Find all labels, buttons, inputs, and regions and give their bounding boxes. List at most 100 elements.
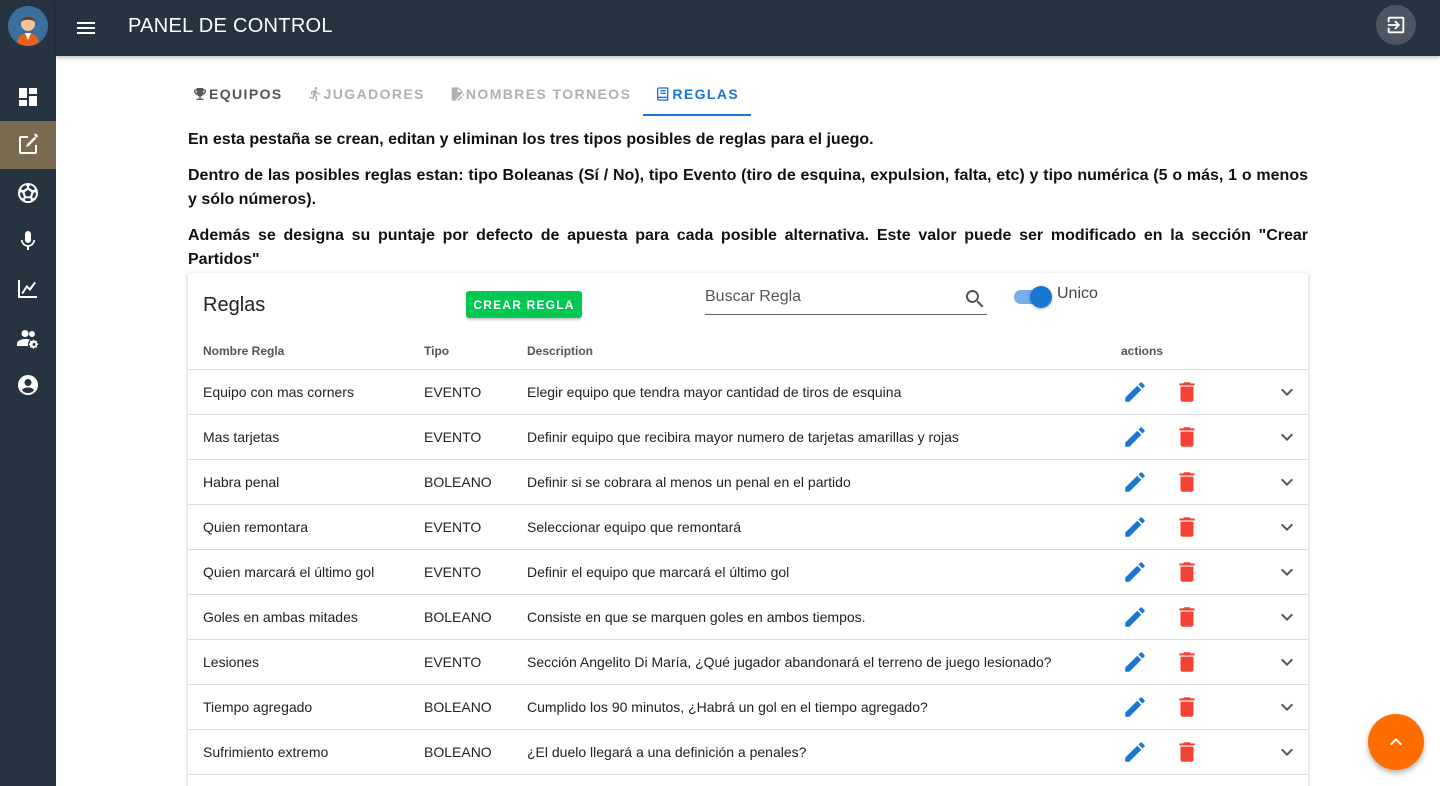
rule-actions-cell [1121, 594, 1301, 640]
rule-actions-cell [1121, 639, 1301, 685]
sidebar-item-account[interactable] [0, 361, 56, 409]
menu-button[interactable] [72, 14, 100, 42]
create-rule-button[interactable]: CREAR REGLA [466, 291, 582, 318]
delete-icon[interactable] [1173, 603, 1201, 631]
spacer-cell [1301, 414, 1308, 460]
edit-icon[interactable] [1121, 603, 1149, 631]
edit-icon[interactable] [1121, 468, 1149, 496]
rule-type-cell: EVENTO [424, 414, 527, 460]
spacer-cell [1301, 459, 1308, 505]
logout-button[interactable] [1376, 5, 1416, 45]
rule-actions-cell [1121, 369, 1301, 415]
table-row[interactable]: Mas tarjetas EVENTO Definir equipo que rec… [188, 414, 1308, 460]
rule-description-cell: Sección Angelito Di María, ¿Qué jugador … [527, 639, 1121, 685]
scroll-top-button[interactable] [1368, 714, 1424, 770]
table-row[interactable]: Quien marcará el último gol EVENTO Definir… [188, 549, 1308, 595]
spacer-cell [1301, 684, 1308, 730]
edit-icon[interactable] [1121, 738, 1149, 766]
rule-type-cell: EVENTO [424, 369, 527, 415]
spacer-cell [1301, 729, 1308, 775]
table-row[interactable]: Quien remontara EVENTO Seleccionar equipo … [188, 504, 1308, 550]
search-input[interactable] [705, 283, 955, 311]
rule-description-cell: Elegir equipo que tendra mayor cantidad … [527, 369, 1121, 415]
soccer-ball-icon [18, 183, 38, 203]
chevron-down-icon[interactable] [1273, 378, 1301, 406]
edit-icon[interactable] [1121, 648, 1149, 676]
table-row[interactable] [188, 774, 1308, 786]
tab-jugadores[interactable]: JUGADORES [295, 72, 437, 116]
chevron-down-icon[interactable] [1273, 603, 1301, 631]
table-row[interactable]: Goles en ambas mitades BOLEANO Consiste en… [188, 594, 1308, 640]
spacer-cell [1301, 774, 1308, 786]
account-circle-icon [18, 375, 38, 395]
toggle-label: Unico [1057, 285, 1098, 302]
chevron-down-icon[interactable] [1273, 783, 1301, 786]
rule-type-cell: BOLEANO [424, 594, 527, 640]
column-header-description[interactable]: Description [527, 333, 1121, 370]
app-title: PANEL DE CONTROL [128, 15, 333, 37]
user-avatar[interactable] [8, 6, 48, 46]
intro-paragraph-2: Dentro de las posibles reglas estan: tip… [188, 167, 1308, 208]
rule-name-cell: Sufrimiento extremo [188, 729, 424, 775]
stats-chart-icon [18, 280, 37, 298]
delete-icon[interactable] [1173, 783, 1201, 786]
table-row[interactable]: Lesiones EVENTO Sección Angelito Di María,… [188, 639, 1308, 685]
rule-actions-cell [1121, 549, 1301, 595]
chevron-down-icon[interactable] [1273, 558, 1301, 586]
sidebar-item-dashboard[interactable] [0, 73, 56, 121]
edit-icon[interactable] [1121, 513, 1149, 541]
chevron-down-icon[interactable] [1273, 513, 1301, 541]
table-row[interactable]: Habra penal BOLEANO Definir si se cobrara … [188, 459, 1308, 505]
delete-icon[interactable] [1173, 468, 1201, 496]
rule-actions-cell [1121, 504, 1301, 550]
sidebar-item-stats[interactable] [0, 265, 56, 313]
delete-icon[interactable] [1173, 648, 1201, 676]
runner-icon [308, 87, 320, 102]
delete-icon[interactable] [1173, 423, 1201, 451]
rule-description-cell [527, 774, 1121, 786]
sidebar-item-users[interactable] [0, 313, 56, 361]
column-header-type[interactable]: Tipo [424, 333, 527, 370]
sidebar-item-matches[interactable] [0, 169, 56, 217]
sidebar-item-rules[interactable] [0, 121, 56, 169]
delete-icon[interactable] [1173, 558, 1201, 586]
search-icon[interactable] [963, 287, 987, 311]
table-row[interactable]: Equipo con mas corners EVENTO Elegir equip… [188, 369, 1308, 415]
unique-toggle[interactable] [1012, 285, 1052, 308]
rule-name-cell: Habra penal [188, 459, 424, 505]
delete-icon[interactable] [1173, 378, 1201, 406]
table-row[interactable]: Sufrimiento extremo BOLEANO ¿El duelo lleg… [188, 729, 1308, 775]
delete-icon[interactable] [1173, 513, 1201, 541]
rule-type-cell: BOLEANO [424, 729, 527, 775]
edit-icon[interactable] [1121, 378, 1149, 406]
rule-description-cell: Seleccionar equipo que remontará [527, 504, 1121, 550]
microphone-icon [21, 231, 35, 250]
delete-icon[interactable] [1173, 738, 1201, 766]
edit-document-icon [451, 87, 465, 101]
chevron-down-icon[interactable] [1273, 468, 1301, 496]
edit-icon[interactable] [1121, 423, 1149, 451]
rule-description-cell: ¿El duelo llegará a una definición a pen… [527, 729, 1121, 775]
chevron-down-icon[interactable] [1273, 423, 1301, 451]
rule-description-cell: Definir el equipo que marcará el último … [527, 549, 1121, 595]
edit-icon[interactable] [1121, 558, 1149, 586]
rules-table-body: Equipo con mas corners EVENTO Elegir equip… [188, 369, 1308, 786]
edit-icon[interactable] [1121, 783, 1149, 786]
tab-nombres-torneos[interactable]: NOMBRES TORNEOS [437, 72, 643, 116]
delete-icon[interactable] [1173, 693, 1201, 721]
sidebar-item-commentary[interactable] [0, 217, 56, 265]
tab-equipos[interactable]: EQUIPOS [180, 72, 295, 116]
card-title: Reglas [203, 294, 266, 316]
spacer-cell [1301, 504, 1308, 550]
rule-name-cell: Mas tarjetas [188, 414, 424, 460]
rule-type-cell: BOLEANO [424, 684, 527, 730]
chevron-down-icon[interactable] [1273, 693, 1301, 721]
rule-description-cell: Definir equipo que recibira mayor numero… [527, 414, 1121, 460]
table-row[interactable]: Tiempo agregado BOLEANO Cumplido los 90 mi… [188, 684, 1308, 730]
edit-icon[interactable] [1121, 693, 1149, 721]
tab-reglas[interactable]: REGLAS [643, 72, 751, 116]
chevron-down-icon[interactable] [1273, 738, 1301, 766]
tab-label: JUGADORES [323, 86, 425, 102]
chevron-down-icon[interactable] [1273, 648, 1301, 676]
column-header-name[interactable]: Nombre Regla [188, 333, 424, 370]
